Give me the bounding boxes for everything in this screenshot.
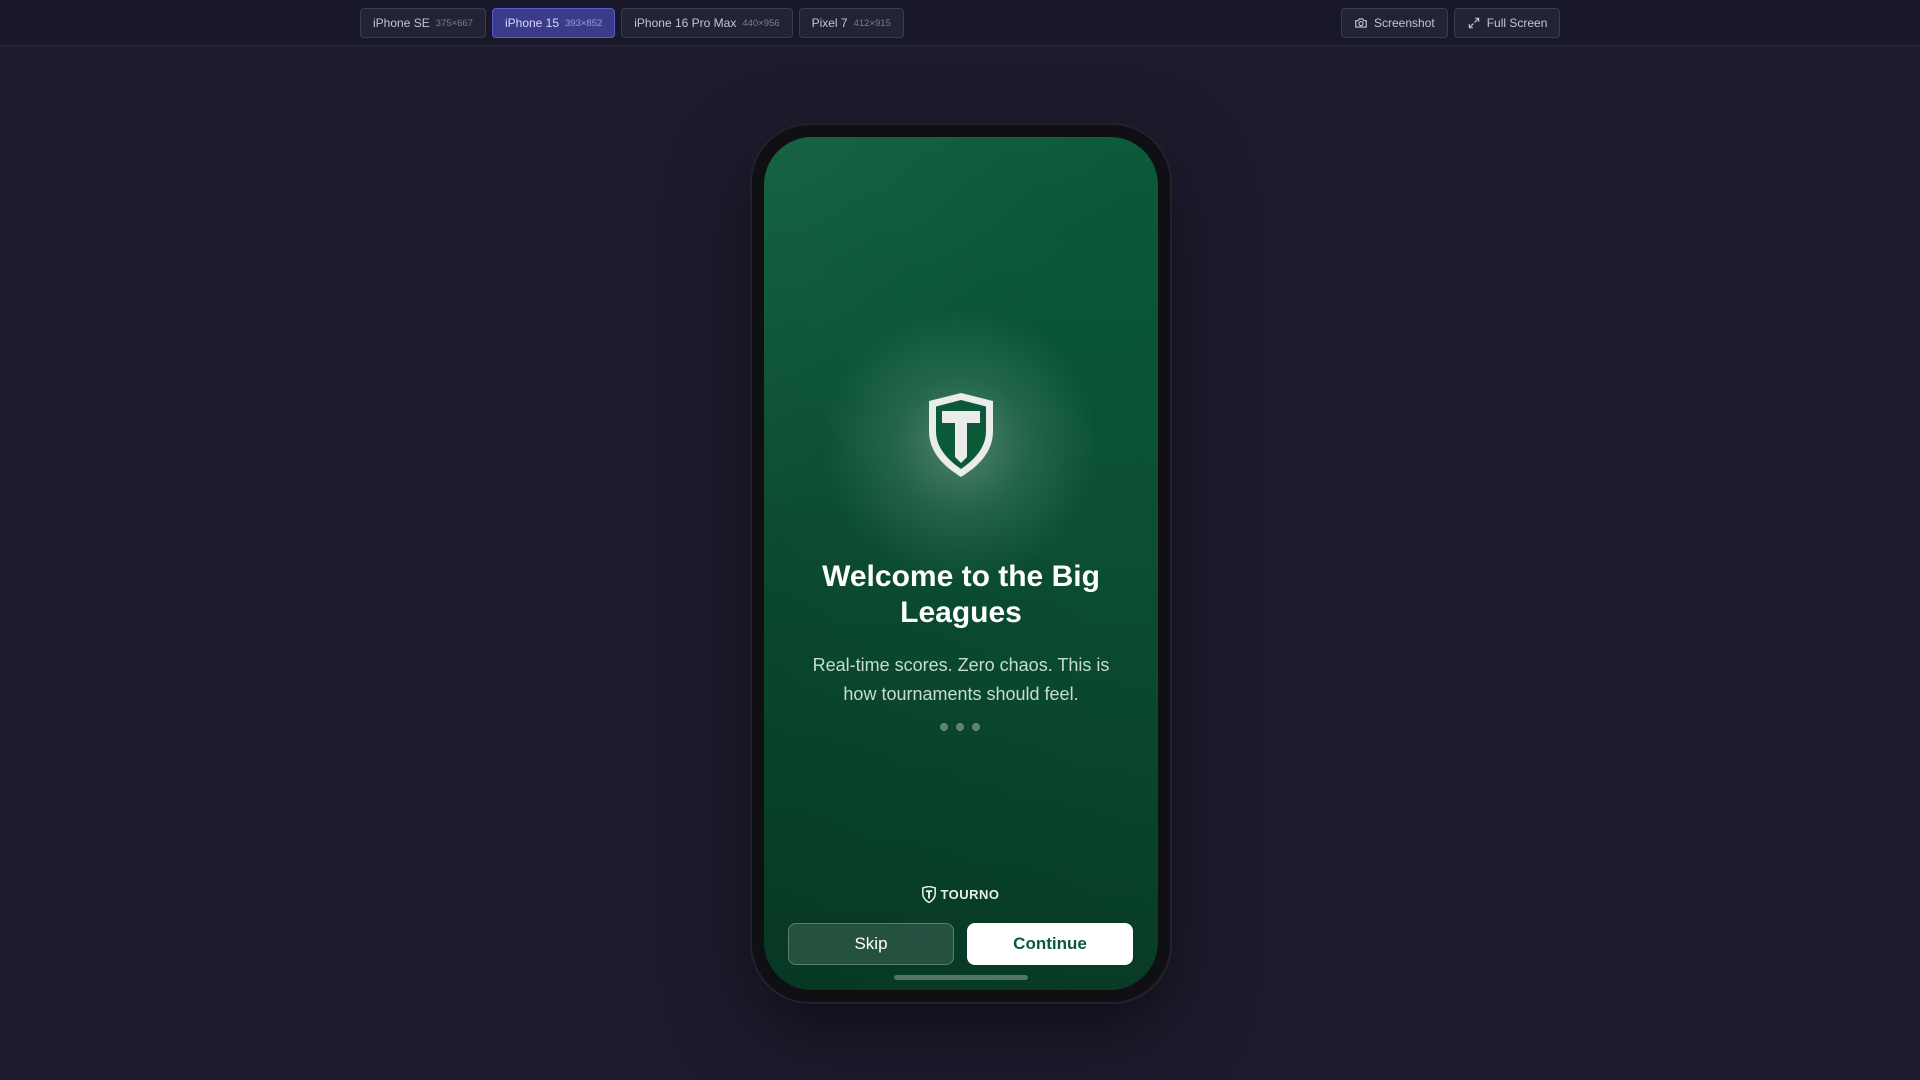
- brand-mark: TOURNO: [764, 886, 1158, 903]
- screenshot-label: Screenshot: [1374, 16, 1435, 30]
- page-dot: [972, 723, 980, 731]
- fullscreen-label: Full Screen: [1486, 16, 1548, 30]
- device-tab-iphone-se[interactable]: iPhone SE 375×667: [360, 8, 486, 38]
- fullscreen-button[interactable]: Full Screen: [1453, 8, 1561, 38]
- tourno-logo-icon: [922, 886, 937, 903]
- device-tab-dims: 440×956: [742, 17, 780, 29]
- device-tab-dims: 393×852: [565, 17, 603, 29]
- toolbar-actions: Screenshot Full Screen: [1341, 8, 1561, 38]
- shield-t-logo-icon: [929, 393, 993, 477]
- screenshot-button[interactable]: Screenshot: [1341, 8, 1448, 38]
- device-tabs: iPhone SE 375×667 iPhone 15 393×852 iPho…: [360, 8, 904, 38]
- welcome-title: Welcome to the Big Leagues: [822, 560, 1100, 629]
- page-dot: [940, 723, 948, 731]
- device-tab-pixel-7[interactable]: Pixel 7 412×915: [798, 8, 904, 38]
- phone-frame: Welcome to the Big Leagues Real-time sco…: [752, 125, 1170, 1002]
- device-tab-iphone-16-pro-max[interactable]: iPhone 16 Pro Max 440×956: [621, 8, 793, 38]
- preview-toolbar: iPhone SE 375×667 iPhone 15 393×852 iPho…: [0, 0, 1920, 46]
- brand-name: TOURNO: [940, 887, 1000, 902]
- phone-screen: Welcome to the Big Leagues Real-time sco…: [764, 137, 1158, 990]
- continue-button[interactable]: Continue: [967, 923, 1133, 965]
- device-tab-dims: 412×915: [853, 17, 891, 29]
- page-indicator: [940, 723, 980, 731]
- device-tab-label: iPhone 15: [504, 16, 560, 30]
- welcome-subtitle: Real-time scores. Zero chaos. This is ho…: [812, 655, 1110, 704]
- device-tab-dims: 375×667: [435, 17, 473, 29]
- device-tab-label: iPhone 16 Pro Max: [634, 16, 737, 30]
- device-tab-iphone-15[interactable]: iPhone 15 393×852: [491, 8, 616, 38]
- expand-icon: [1468, 17, 1479, 29]
- camera-icon: [1355, 18, 1367, 28]
- skip-button[interactable]: Skip: [788, 923, 954, 965]
- device-tab-label: Pixel 7: [811, 16, 848, 30]
- home-indicator: [894, 975, 1028, 980]
- page-dot: [956, 723, 964, 731]
- device-tab-label: iPhone SE: [373, 16, 430, 30]
